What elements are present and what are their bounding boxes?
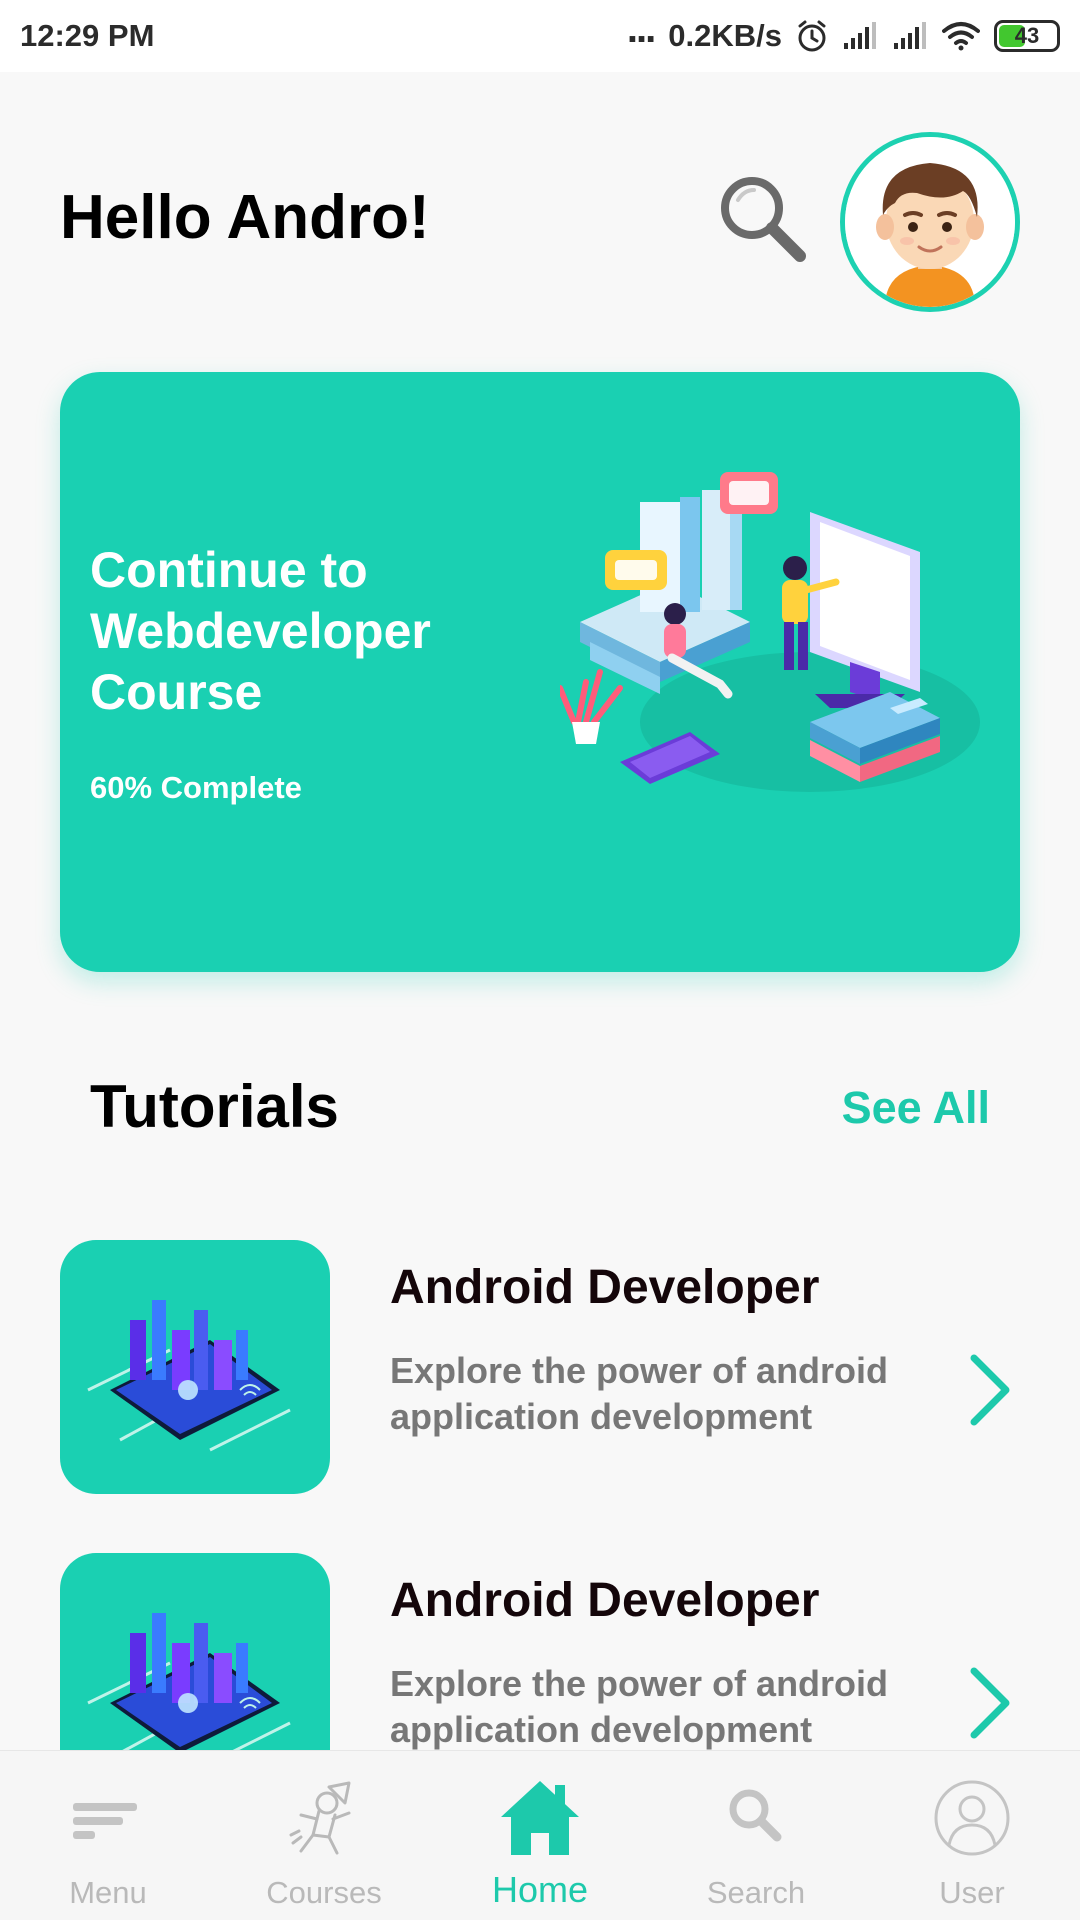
search-icon	[729, 1789, 782, 1842]
nav-label-home: Home	[491, 1869, 589, 1910]
hero-course-title: Continue to Webdeveloper Course	[90, 542, 431, 720]
continue-course-card[interactable]: Continue to Webdeveloper Course 60% Comp…	[60, 372, 1020, 972]
nav-label-search: Search	[706, 1875, 806, 1910]
smart-city-icon	[87, 1300, 291, 1452]
chevron-right-icon[interactable]	[960, 1663, 1020, 1743]
signal-icon	[894, 22, 926, 49]
nav-item-user[interactable]: User	[864, 1751, 1080, 1920]
tutorial-description: Explore the power of android application…	[390, 1663, 889, 1750]
greeting-title: Hello Andro!	[60, 183, 430, 252]
tutorial-title: Android Developer	[390, 1574, 820, 1627]
battery-level: 43	[1014, 23, 1040, 48]
search-icon[interactable]	[714, 170, 814, 270]
courses-icon	[289, 1781, 351, 1855]
status-time: 12:29 PM	[20, 18, 155, 53]
tutorial-card[interactable]: Android Developer Explore the power of a…	[60, 1240, 1020, 1494]
avatar[interactable]	[840, 132, 1020, 312]
see-all-link[interactable]: See All	[842, 1082, 990, 1134]
signal-icon	[844, 22, 876, 49]
tutorials-heading: Tutorials	[90, 1073, 339, 1140]
nav-label-menu: Menu	[69, 1875, 147, 1910]
nav-label-user: User	[939, 1875, 1005, 1910]
nav-item-home[interactable]: Home	[432, 1751, 648, 1920]
nav-item-search[interactable]: Search	[648, 1751, 864, 1920]
nav-label-courses: Courses	[266, 1875, 382, 1910]
user-icon	[934, 1780, 1010, 1856]
nav-item-courses[interactable]: Courses	[216, 1751, 432, 1920]
status-bar: 12:29 PM ... 0.2KB/s 43	[0, 0, 1080, 72]
alarm-icon	[798, 20, 826, 52]
tutorial-description: Explore the power of android application…	[390, 1350, 889, 1437]
wifi-icon	[942, 22, 980, 51]
hero-progress-text: 60% Complete	[90, 770, 302, 805]
tutorial-thumbnail	[60, 1240, 330, 1494]
bottom-navigation: Menu Courses Home Search User	[0, 1750, 1080, 1920]
more-dots: ...	[626, 7, 656, 51]
net-speed: 0.2KB/s	[668, 18, 782, 53]
status-indicators: ... 0.2KB/s 43	[627, 9, 1060, 54]
battery-icon: 43	[994, 20, 1060, 52]
learning-illustration-icon	[560, 472, 980, 792]
nav-item-menu[interactable]: Menu	[0, 1751, 216, 1920]
home-icon	[501, 1781, 579, 1855]
tutorial-title: Android Developer	[390, 1261, 820, 1314]
menu-icon	[73, 1803, 137, 1839]
chevron-right-icon[interactable]	[960, 1350, 1020, 1430]
avatar-face-icon	[845, 137, 1015, 307]
